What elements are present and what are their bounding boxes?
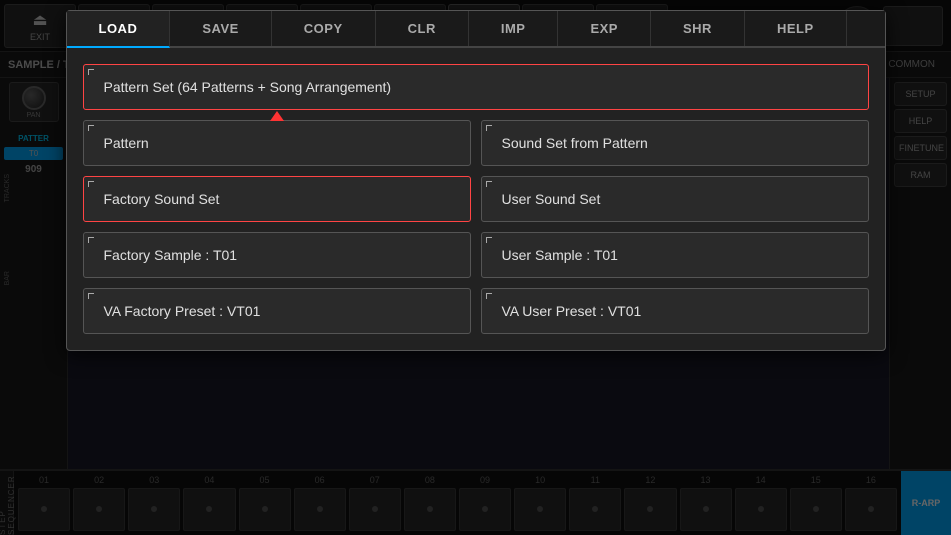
corner-mark-us bbox=[486, 237, 492, 243]
option-factory-sample-label: Factory Sample : T01 bbox=[104, 247, 238, 263]
option-va-user-preset[interactable]: VA User Preset : VT01 bbox=[481, 288, 869, 334]
modal-content: Pattern Set (64 Patterns + Song Arrangem… bbox=[67, 48, 885, 350]
option-va-factory-preset[interactable]: VA Factory Preset : VT01 bbox=[83, 288, 471, 334]
option-user-sound-label: User Sound Set bbox=[502, 191, 601, 207]
tab-copy[interactable]: COPY bbox=[272, 11, 376, 46]
corner-mark-pattern bbox=[88, 125, 94, 131]
option-user-sample-label: User Sample : T01 bbox=[502, 247, 618, 263]
tab-shr[interactable]: SHR bbox=[651, 11, 745, 46]
option-user-sample[interactable]: User Sample : T01 bbox=[481, 232, 869, 278]
tab-clr[interactable]: CLR bbox=[376, 11, 469, 46]
corner-mark-uss bbox=[486, 181, 492, 187]
corner-mark-fss bbox=[88, 181, 94, 187]
option-row-1: Pattern Sound Set from Pattern bbox=[83, 120, 869, 166]
option-factory-sound-label: Factory Sound Set bbox=[104, 191, 220, 207]
app-container: ⏏ EXIT ✦ FX EDIT ↗ FX SEND ✕ FX CHAIN ⚙ … bbox=[0, 0, 951, 535]
corner-mark-fs bbox=[88, 237, 94, 243]
tab-imp[interactable]: IMP bbox=[469, 11, 559, 46]
option-sound-set-label: Sound Set from Pattern bbox=[502, 135, 648, 151]
option-va-user-label: VA User Preset : VT01 bbox=[502, 303, 642, 319]
modal-overlay: LOAD SAVE COPY CLR IMP EXP SHR HELP Patt… bbox=[0, 0, 951, 535]
option-user-sound-set[interactable]: User Sound Set bbox=[481, 176, 869, 222]
tab-save[interactable]: SAVE bbox=[170, 11, 271, 46]
option-factory-sound-set[interactable]: Factory Sound Set bbox=[83, 176, 471, 222]
arrow-up-indicator bbox=[270, 111, 284, 121]
tab-help[interactable]: HELP bbox=[745, 11, 847, 46]
option-pattern-label: Pattern bbox=[104, 135, 149, 151]
corner-mark bbox=[88, 69, 94, 75]
tab-exp[interactable]: EXP bbox=[558, 11, 651, 46]
option-va-factory-label: VA Factory Preset : VT01 bbox=[104, 303, 261, 319]
modal-tab-bar: LOAD SAVE COPY CLR IMP EXP SHR HELP bbox=[67, 11, 885, 48]
option-sound-set-from-pattern[interactable]: Sound Set from Pattern bbox=[481, 120, 869, 166]
option-pattern[interactable]: Pattern bbox=[83, 120, 471, 166]
option-row-3: Factory Sample : T01 User Sample : T01 bbox=[83, 232, 869, 278]
option-row-2: Factory Sound Set User Sound Set bbox=[83, 176, 869, 222]
tab-load[interactable]: LOAD bbox=[67, 11, 171, 48]
option-row-4: VA Factory Preset : VT01 VA User Preset … bbox=[83, 288, 869, 334]
option-pattern-set-label: Pattern Set (64 Patterns + Song Arrangem… bbox=[104, 79, 392, 95]
option-pattern-set[interactable]: Pattern Set (64 Patterns + Song Arrangem… bbox=[83, 64, 869, 110]
corner-mark-ssf bbox=[486, 125, 492, 131]
corner-mark-vau bbox=[486, 293, 492, 299]
corner-mark-vaf bbox=[88, 293, 94, 299]
option-factory-sample[interactable]: Factory Sample : T01 bbox=[83, 232, 471, 278]
load-modal: LOAD SAVE COPY CLR IMP EXP SHR HELP Patt… bbox=[66, 10, 886, 351]
